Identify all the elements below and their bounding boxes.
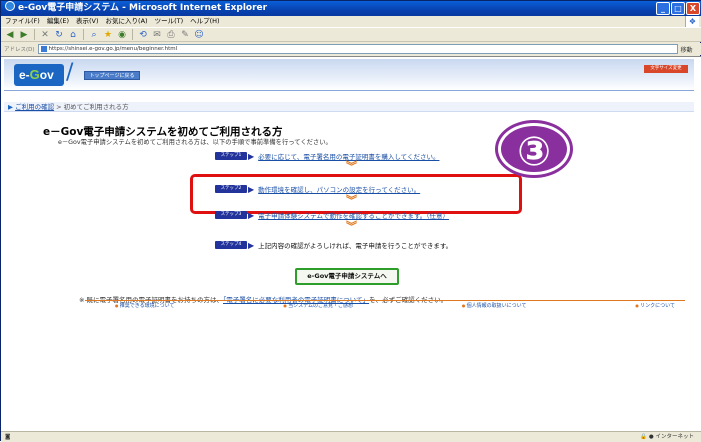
highlight-box [190, 174, 522, 214]
breadcrumb: ▶ ご利用の確認 > 初めてご利用される方 [4, 102, 694, 112]
step-arrow-icon: ▶ [248, 240, 255, 250]
address-bar: アドレス(D) https://shinsei.e-gov.go.jp/menu… [1, 43, 701, 55]
egov-logo[interactable]: e-Gov [14, 64, 64, 86]
logo-slash-icon: / [66, 60, 74, 85]
edit-icon[interactable]: ✎ [179, 29, 191, 41]
page-subtitle: e－Gov電子申請システムを初めてご利用される方は、以下の手順で事前準備を行って… [58, 139, 332, 146]
toolbar-divider [132, 29, 133, 40]
menu-tools[interactable]: ツール(T) [155, 16, 184, 27]
step-badge: ステップ1 [215, 152, 247, 160]
footer-link[interactable]: 個人情報の取扱いについて [462, 302, 527, 309]
breadcrumb-current: 初めてご利用される方 [63, 103, 129, 111]
step-arrow-icon: ▶ [248, 151, 255, 161]
forward-icon[interactable]: ▶ [18, 29, 30, 41]
site-header: e-Gov / トップページに戻る 文字サイズ変更 [4, 59, 694, 91]
title-bar: e-Gov電子申請システム - Microsoft Internet Explo… [1, 1, 701, 16]
footer-link[interactable]: 推奨できる環境について [115, 302, 175, 309]
menu-favorites[interactable]: お気に入り(A) [106, 16, 148, 27]
menu-bar: ファイル(F) 編集(E) 表示(V) お気に入り(A) ツール(T) ヘルプ(… [1, 16, 701, 27]
ie-icon [5, 1, 15, 11]
top-page-button[interactable]: トップページに戻る [84, 71, 140, 80]
address-label: アドレス(D) [4, 47, 35, 53]
refresh-icon[interactable]: ↻ [53, 29, 65, 41]
toolbar: ◀ ▶ ✕ ↻ ⌂ ⌕ ★ ◉ ⟲ ✉ ⎙ ✎ ☺ [1, 27, 701, 42]
breadcrumb-separator: > [54, 103, 64, 111]
maximize-button[interactable]: □ [671, 2, 685, 15]
address-url: https://shinsei.e-gov.go.jp/menu/beginne… [48, 46, 178, 52]
footer-link[interactable]: リンクについて [635, 302, 675, 309]
go-button[interactable]: 移動 [681, 45, 693, 54]
status-page-icon: ◙ [5, 434, 11, 440]
font-size-button[interactable]: 文字サイズ変更 [644, 65, 688, 73]
toolbar-divider [83, 29, 84, 40]
chevron-down-icon: ︾ [346, 160, 357, 173]
lock-icon: 🔒 ● [640, 434, 656, 440]
page-content: e-Gov / トップページに戻る 文字サイズ変更 ▶ ご利用の確認 > 初めて… [1, 56, 701, 431]
search-icon[interactable]: ⌕ [88, 29, 100, 41]
menu-view[interactable]: 表示(V) [76, 16, 99, 27]
step-4: ステップ4 ▶ 上記内容の確認がよろしければ、電子申請を行うことができます。 [215, 240, 452, 250]
step-3: ステップ3 ▶ 電子申請体験システムで動作を確認することができます。（任意） [215, 210, 449, 220]
windows-logo-icon: ❖ [685, 16, 699, 27]
close-button[interactable]: X [686, 2, 700, 15]
logo-g: G [29, 67, 40, 82]
egov-system-button[interactable]: e-Gov電子申請システムへ [295, 268, 399, 285]
step-badge: ステップ3 [215, 211, 247, 219]
footer-links: 推奨できる環境について 当システムのご意見・ご感想 個人情報の取扱いについて リ… [85, 300, 685, 309]
status-bar: ◙ 🔒 ● インターネット [1, 431, 701, 442]
browser-window: e-Gov電子申請システム - Microsoft Internet Explo… [0, 0, 701, 442]
mail-icon[interactable]: ✉ [151, 29, 163, 41]
footer-link[interactable]: 当システムのご意見・ご感想 [283, 302, 353, 309]
breadcrumb-link[interactable]: ご利用の確認 [15, 103, 54, 111]
history-icon[interactable]: ⟲ [137, 29, 149, 41]
zone-label: インターネット [655, 434, 694, 440]
step-link[interactable]: 電子申請体験システムで動作を確認することができます。（任意） [258, 210, 449, 220]
messenger-icon[interactable]: ☺ [193, 29, 205, 41]
toolbar-divider [34, 29, 35, 40]
step-badge: ステップ4 [215, 241, 247, 249]
menu-file[interactable]: ファイル(F) [5, 16, 40, 27]
favorites-icon[interactable]: ★ [102, 29, 114, 41]
back-icon[interactable]: ◀ [4, 29, 16, 41]
print-icon[interactable]: ⎙ [165, 29, 177, 41]
menu-help[interactable]: ヘルプ(H) [190, 16, 219, 27]
step-1: ステップ1 ▶ 必要に応じて、電子署名用の電子証明書を購入してください。 [215, 151, 439, 161]
logo-rest: ov [39, 68, 54, 82]
menu-edit[interactable]: 編集(E) [47, 16, 69, 27]
minimize-button[interactable]: _ [656, 2, 670, 15]
window-controls: _ □ X [656, 2, 700, 15]
media-icon[interactable]: ◉ [116, 29, 128, 41]
logo-e: e- [19, 68, 30, 82]
step-text: 上記内容の確認がよろしければ、電子申請を行うことができます。 [258, 242, 453, 250]
page-icon [40, 46, 47, 52]
address-input[interactable]: https://shinsei.e-gov.go.jp/menu/beginne… [37, 44, 678, 54]
home-icon[interactable]: ⌂ [67, 29, 79, 41]
callout-number-badge: ③ [498, 123, 570, 175]
step-arrow-icon: ▶ [248, 210, 255, 220]
chevron-down-icon: ︾ [346, 220, 357, 233]
stop-icon[interactable]: ✕ [39, 29, 51, 41]
window-title: e-Gov電子申請システム - Microsoft Internet Explo… [18, 3, 268, 13]
